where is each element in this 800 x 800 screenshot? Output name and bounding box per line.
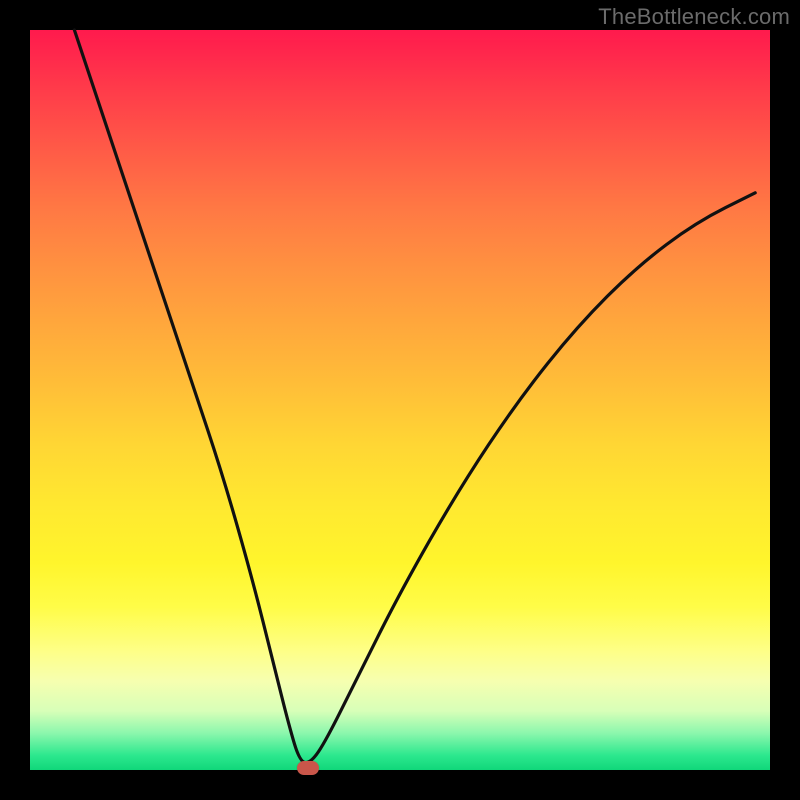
plot-area — [30, 30, 770, 770]
chart-frame: TheBottleneck.com — [0, 0, 800, 800]
optimal-point-marker — [297, 761, 319, 775]
bottleneck-curve — [30, 30, 770, 770]
watermark-text: TheBottleneck.com — [598, 4, 790, 30]
